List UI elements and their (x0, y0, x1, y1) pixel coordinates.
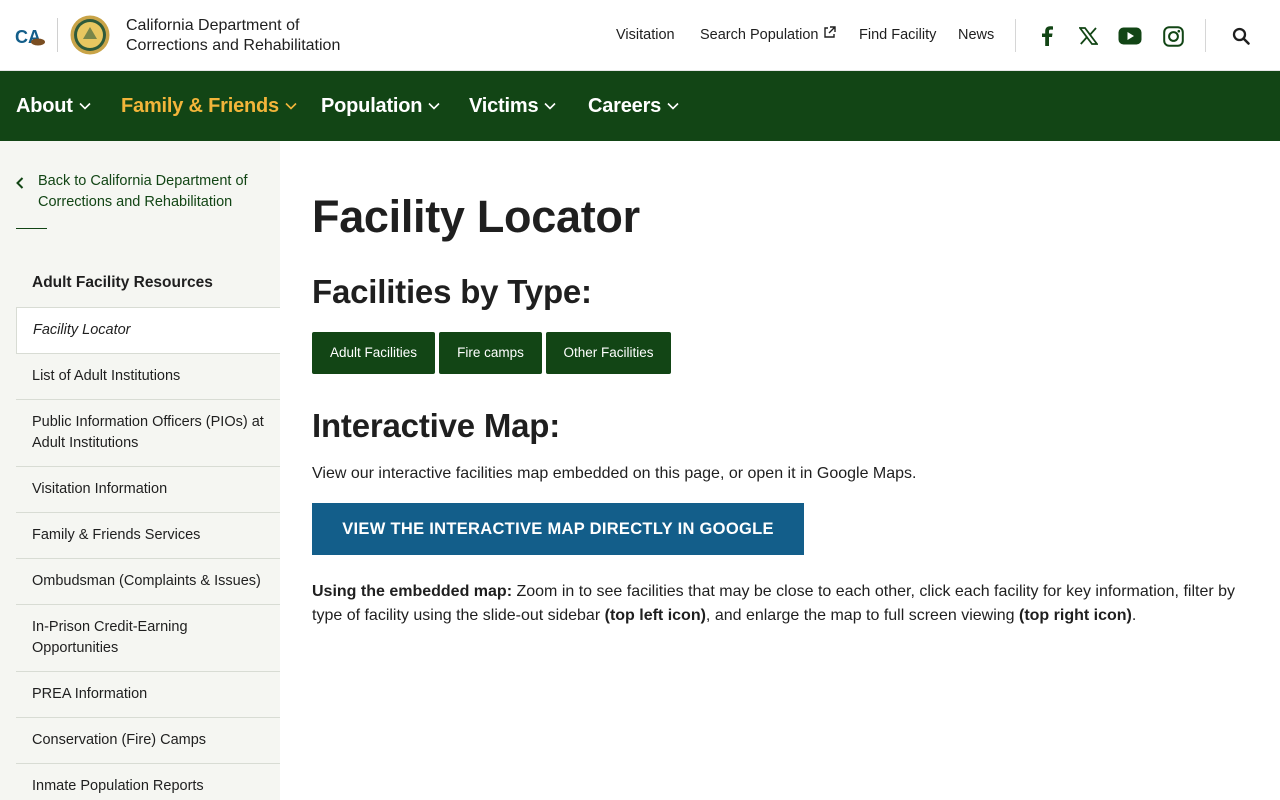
chevron-left-icon (16, 176, 30, 213)
divider (1205, 19, 1206, 52)
sidebar-item-visitation[interactable]: Visitation Information (16, 467, 280, 513)
back-link-label: Back to California Department of Correct… (38, 173, 248, 210)
sidebar-item-ombudsman[interactable]: Ombudsman (Complaints & Issues) (16, 559, 280, 605)
facebook-icon[interactable] (1035, 24, 1059, 48)
sidebar-list: Facility Locator List of Adult Instituti… (16, 307, 280, 800)
find-facility-link[interactable]: Find Facility (859, 26, 936, 44)
ca-logo-icon[interactable]: CA (15, 26, 47, 48)
sidebar-item-population-reports[interactable]: Inmate Population Reports (16, 764, 280, 800)
sidebar: Back to California Department of Correct… (0, 141, 280, 800)
nav-item-label: Population (321, 95, 423, 117)
chevron-down-icon (667, 102, 679, 110)
nav-item-label: Victims (469, 95, 539, 117)
instagram-icon[interactable] (1161, 24, 1185, 48)
usage-text: , and enlarge the map to full screen vie… (705, 607, 1019, 624)
department-name[interactable]: California Department of Corrections and… (126, 16, 366, 56)
nav-item-label: About (16, 95, 73, 117)
page-title: Facility Locator (312, 191, 640, 242)
sidebar-item-pios[interactable]: Public Information Officers (PIOs) at Ad… (16, 400, 280, 467)
other-facilities-button[interactable]: Other Facilities (546, 332, 671, 374)
sidebar-heading: Adult Facility Resources (32, 274, 213, 291)
search-population-link[interactable]: Search Population (700, 26, 836, 44)
chevron-down-icon (79, 102, 91, 110)
usage-bold: (top right icon) (1019, 607, 1132, 624)
visitation-link[interactable]: Visitation (616, 26, 675, 44)
fire-camps-button[interactable]: Fire camps (439, 332, 542, 374)
logo-divider (57, 18, 58, 52)
x-icon[interactable] (1076, 24, 1100, 48)
sidebar-item-adult-institutions[interactable]: List of Adult Institutions (16, 354, 280, 400)
cdcr-seal-icon[interactable] (70, 15, 110, 55)
view-in-google-button[interactable]: VIEW THE INTERACTIVE MAP DIRECTLY IN GOO… (312, 503, 804, 555)
nav-item-about[interactable]: About (16, 95, 91, 117)
usage-text: . (1131, 607, 1137, 624)
sidebar-item-credit-earning[interactable]: In-Prison Credit-Earning Opportunities (16, 605, 280, 672)
chevron-down-icon (428, 102, 440, 110)
main-navigation: About Family & Friends Population Victim… (0, 71, 1280, 141)
nav-item-population[interactable]: Population (321, 95, 440, 117)
nav-item-family-friends[interactable]: Family & Friends (121, 95, 297, 117)
interactive-map-heading: Interactive Map: (312, 407, 561, 444)
map-description: View our interactive facilities map embe… (312, 465, 917, 482)
utility-header: CA California Department of Corrections … (0, 0, 1280, 71)
usage-bold: (top left icon) (604, 607, 706, 624)
sidebar-item-facility-locator[interactable]: Facility Locator (16, 307, 280, 354)
chevron-down-icon (285, 102, 297, 110)
nav-item-label: Careers (588, 95, 662, 117)
back-link[interactable]: Back to California Department of Correct… (16, 171, 266, 213)
external-link-icon (823, 26, 836, 44)
divider (1015, 19, 1016, 52)
search-population-label: Search Population (700, 27, 819, 43)
adult-facilities-button[interactable]: Adult Facilities (312, 332, 435, 374)
sidebar-item-fire-camps[interactable]: Conservation (Fire) Camps (16, 718, 280, 764)
nav-item-label: Family & Friends (121, 95, 279, 117)
map-usage-instructions: Using the embedded map: Zoom in to see f… (312, 580, 1242, 628)
chevron-down-icon (544, 102, 556, 110)
search-icon[interactable] (1229, 24, 1253, 48)
nav-item-careers[interactable]: Careers (588, 95, 679, 117)
usage-lead: Using the embedded map: (312, 583, 513, 600)
sidebar-item-prea[interactable]: PREA Information (16, 672, 280, 718)
news-link[interactable]: News (958, 26, 994, 44)
divider (16, 228, 47, 229)
youtube-icon[interactable] (1118, 24, 1142, 48)
sidebar-item-family-services[interactable]: Family & Friends Services (16, 513, 280, 559)
facilities-by-type-heading: Facilities by Type: (312, 273, 592, 310)
nav-item-victims[interactable]: Victims (469, 95, 556, 117)
